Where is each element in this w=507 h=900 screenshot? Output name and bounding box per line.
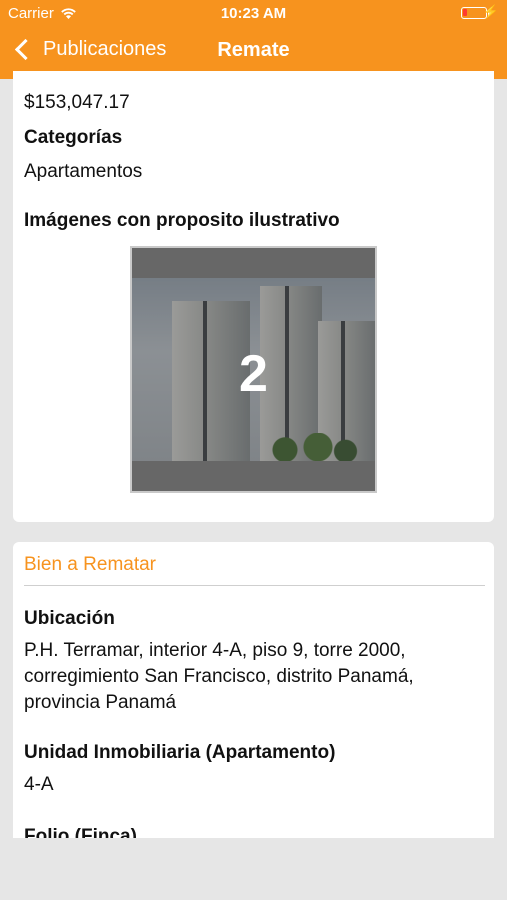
images-heading: Imágenes con proposito ilustrativo <box>24 210 340 231</box>
charging-bolt-icon: ⚡ <box>482 4 499 19</box>
page-title: Remate <box>217 39 290 61</box>
unidad-value: 4-A <box>24 774 54 795</box>
summary-card: $153,047.17 Categorías Apartamentos Imág… <box>13 71 494 522</box>
status-bar: Carrier 10:23 AM ⚡ <box>0 0 507 28</box>
ubicacion-heading: Ubicación <box>24 608 115 629</box>
unidad-heading: Unidad Inmobiliaria (Apartamento) <box>24 742 336 763</box>
image-counter: 2 <box>239 345 268 403</box>
image-carousel[interactable]: 2 <box>130 246 377 493</box>
categories-heading: Categorías <box>24 127 123 148</box>
section-title-bien: Bien a Rematar <box>24 554 157 575</box>
ubicacion-value: P.H. Terramar, interior 4-A, piso 9, tor… <box>24 640 414 713</box>
section-divider <box>24 585 485 586</box>
top-bar: Carrier 10:23 AM ⚡ Publicaciones Remate <box>0 0 507 79</box>
folio-heading: Folio (Finca) <box>24 826 137 838</box>
status-time: 10:23 AM <box>220 5 287 22</box>
bien-card: Bien a Rematar Ubicación P.H. Terramar, … <box>13 542 494 838</box>
price-value: $153,047.17 <box>24 92 130 113</box>
category-value: Apartamentos <box>24 161 143 182</box>
